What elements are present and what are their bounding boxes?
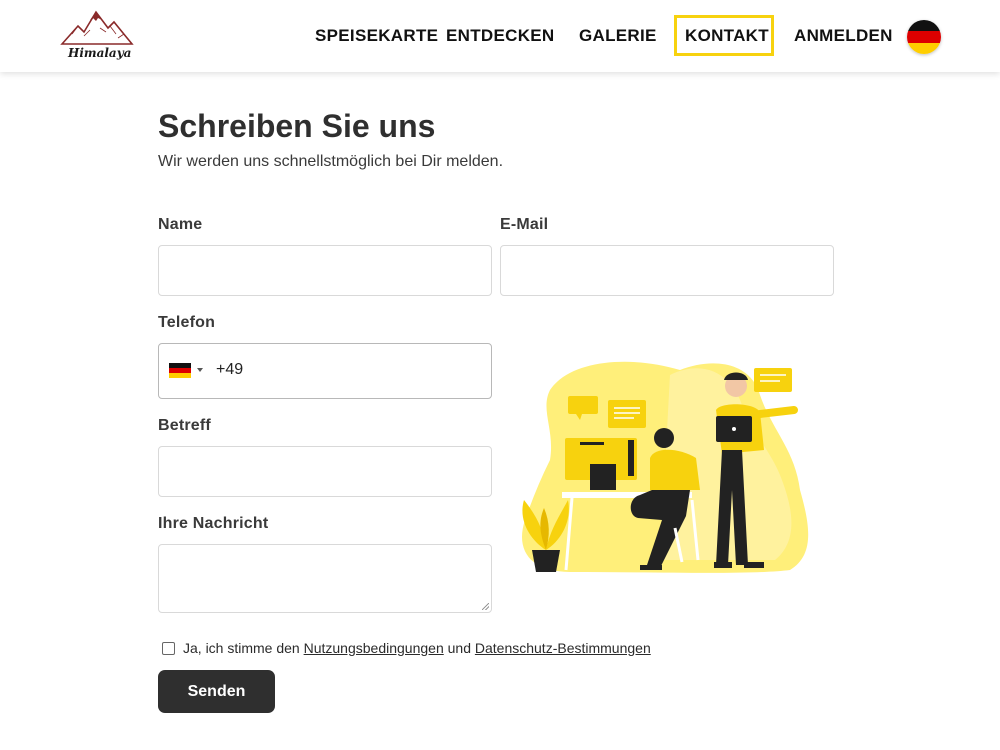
message-label: Ihre Nachricht — [158, 515, 269, 532]
consent-prefix: Ja, ich stimme den — [183, 640, 300, 656]
page-title: Schreiben Sie uns — [158, 108, 436, 144]
nav-galerie[interactable]: GALERIE — [579, 26, 657, 46]
consent-text: Ja, ich stimme den Nutzungsbedingungen u… — [183, 640, 651, 656]
message-textarea[interactable] — [159, 545, 491, 612]
consent-and: und — [447, 640, 471, 656]
country-dropdown-caret-icon[interactable] — [197, 368, 203, 372]
nav-speisekarte[interactable]: SPEISEKARTE — [315, 26, 438, 46]
consent-checkbox[interactable] — [162, 642, 175, 655]
site-header: Himalaya SPEISEKARTE ENTDECKEN GALERIE K… — [0, 0, 1000, 72]
nav-entdecken[interactable]: ENTDECKEN — [446, 26, 555, 46]
resize-grip-icon[interactable] — [482, 603, 489, 610]
logo-text: Himalaya — [68, 46, 132, 60]
terms-link[interactable]: Nutzungsbedingungen — [304, 640, 444, 656]
himalaya-logo[interactable]: Himalaya — [60, 8, 134, 64]
email-input[interactable] — [501, 246, 833, 295]
name-input[interactable] — [159, 246, 491, 295]
name-label: Name — [158, 216, 203, 233]
email-label: E-Mail — [500, 216, 549, 233]
customer-support-illustration — [522, 361, 809, 573]
subject-label: Betreff — [158, 417, 211, 434]
subject-field[interactable] — [158, 446, 492, 497]
country-flag-de-icon[interactable] — [169, 363, 191, 378]
subject-input[interactable] — [159, 447, 491, 496]
email-field[interactable] — [500, 245, 834, 296]
send-button[interactable]: Senden — [158, 670, 275, 713]
nav-anmelden[interactable]: ANMELDEN — [794, 26, 893, 46]
privacy-link[interactable]: Datenschutz-Bestimmungen — [475, 640, 651, 656]
message-field[interactable] — [158, 544, 492, 613]
de-flag-icon[interactable] — [907, 20, 941, 54]
phone-prefix: +49 — [216, 361, 244, 378]
name-field[interactable] — [158, 245, 492, 296]
page-subtitle: Wir werden uns schnellstmöglich bei Dir … — [158, 153, 504, 170]
phone-label: Telefon — [158, 314, 216, 331]
nav-kontakt[interactable]: KONTAKT — [685, 26, 769, 46]
phone-field[interactable]: +49 — [158, 343, 492, 399]
mountain-logo-icon — [60, 10, 134, 45]
